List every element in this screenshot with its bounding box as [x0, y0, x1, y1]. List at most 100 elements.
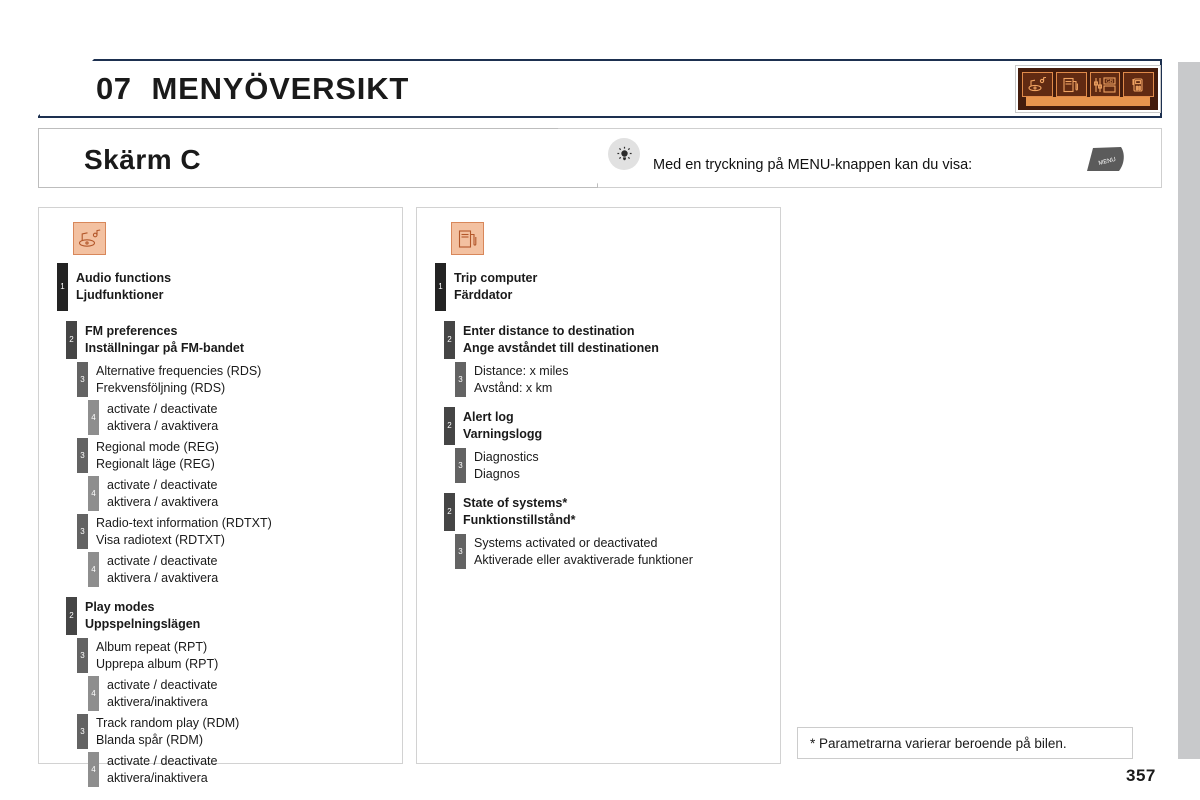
- tree-row-text: Trip computer Färddator: [446, 263, 537, 311]
- tree-row-label-sv: Regionalt läge (REG): [96, 456, 215, 471]
- tree-row-text: Enter distance to destination Ange avstån…: [455, 321, 659, 359]
- level-indicator-3: 3: [77, 514, 88, 549]
- audio-icon[interactable]: [1022, 72, 1053, 97]
- tree-row-label-en: Systems activated or deactivated: [474, 535, 658, 550]
- tree-row-label-sv: Uppspelningslägen: [85, 617, 201, 631]
- tree-row-label-en: Radio-text information (RDTXT): [96, 515, 272, 530]
- tree-row-text: Regional mode (REG) Regionalt läge (REG): [88, 438, 219, 473]
- tree-row-text: Radio-text information (RDTXT) Visa radio…: [88, 514, 272, 549]
- tree-row-label-en: Track random play (RDM): [96, 715, 240, 730]
- level-indicator-2: 2: [444, 321, 455, 359]
- tree-row-label-sv: Frekvensföljning (RDS): [96, 380, 226, 395]
- lightbulb-icon: [608, 138, 640, 170]
- tree-row-label-en: Trip computer: [454, 271, 538, 285]
- chapter-header-content: 07 MENYÖVERSIKT: [38, 59, 1162, 118]
- tree-row-text: activate / deactivate aktivera / avaktive…: [99, 476, 218, 511]
- audio-functions-icon: [73, 222, 106, 255]
- tree-row-text: Album repeat (RPT) Upprepa album (RPT): [88, 638, 218, 673]
- fuel-pump-icon: [451, 222, 484, 255]
- tree-row-text: activate / deactivate aktivera/inaktivera: [99, 752, 217, 787]
- level-indicator-3: 3: [77, 638, 88, 673]
- level-indicator-1: 1: [57, 263, 68, 311]
- tree-row-text: activate / deactivate aktivera / avaktive…: [99, 400, 218, 435]
- tree-row: 3 Album repeat (RPT) Upprepa album (RPT): [77, 638, 402, 673]
- tree-row-text: activate / deactivate aktivera / avaktive…: [99, 552, 218, 587]
- tree-row-label-en: activate / deactivate: [107, 401, 218, 416]
- page-number: 357: [1126, 766, 1156, 785]
- icon-strip-accent-bar: [1026, 97, 1150, 106]
- level-indicator-4: 4: [88, 676, 99, 711]
- tree-row: 4 activate / deactivate aktivera / avaktiv…: [88, 476, 402, 511]
- tree-row-text: Play modes Uppspelningslägen: [77, 597, 200, 635]
- tree-row: 3 Track random play (RDM) Blanda spår (RDM…: [77, 714, 402, 749]
- tree-row-label-en: Audio functions: [76, 271, 172, 285]
- settings-icon[interactable]: GB: [1089, 72, 1121, 97]
- tree-row-text: Audio functions Ljudfunktioner: [68, 263, 171, 311]
- tree-row-label-sv: Upprepa album (RPT): [96, 656, 219, 671]
- tree-row: 3 Distance: x miles Avstånd: x km: [455, 362, 780, 397]
- tree-row: 3 Regional mode (REG) Regionalt läge (REG): [77, 438, 402, 473]
- audio-panel: 1 Audio functions Ljudfunktioner 2 FM prefer…: [38, 207, 403, 787]
- tree-row: 2 Play modes Uppspelningslägen: [66, 597, 402, 635]
- subtitle-text: Med en tryckning på MENU-knappen kan du …: [653, 157, 973, 173]
- level-indicator-3: 3: [455, 448, 466, 483]
- footnote-box: * Parametrarna varierar beroende på bile…: [797, 727, 1133, 759]
- menu-key-icon[interactable]: MENU: [1081, 143, 1129, 175]
- svg-text:GB: GB: [1106, 79, 1114, 85]
- tree-row: 3 Systems activated or deactivated Aktiver…: [455, 534, 780, 569]
- tree-row-label-en: activate / deactivate: [107, 677, 218, 692]
- tree-row-label-sv: Inställningar på FM-bandet: [85, 341, 245, 355]
- tree-row: 4 activate / deactivate aktivera/inaktiver…: [88, 752, 402, 787]
- trip-computer-panel-rows: 1 Trip computer Färddator 2 Enter distance t…: [417, 263, 780, 569]
- audio-panel-rows: 1 Audio functions Ljudfunktioner 2 FM prefer…: [39, 263, 402, 787]
- level-indicator-4: 4: [88, 552, 99, 587]
- tree-row: 2 FM preferences Inställningar på FM-bande…: [66, 321, 402, 359]
- tree-row-label-en: Enter distance to destination: [463, 324, 635, 338]
- trip-computer-icon[interactable]: [1055, 72, 1087, 97]
- footnote-text: * Parametrarna varierar beroende på bile…: [810, 735, 1067, 751]
- tree-row: 4 activate / deactivate aktivera / avaktiv…: [88, 552, 402, 587]
- tree-row-label-sv: Ljudfunktioner: [76, 288, 164, 302]
- tree-row-label-en: Play modes: [85, 600, 155, 614]
- level-indicator-3: 3: [77, 362, 88, 397]
- tree-row-label-sv: aktivera / avaktivera: [107, 570, 219, 585]
- tree-row-label-en: Distance: x miles: [474, 363, 569, 378]
- tree-row: 2 State of systems* Funktionstillstånd*: [444, 493, 780, 531]
- level-indicator-2: 2: [444, 407, 455, 445]
- level-indicator-3: 3: [77, 438, 88, 473]
- tree-row-label-sv: Funktionstillstånd*: [463, 513, 576, 527]
- tree-row: 1 Audio functions Ljudfunktioner: [57, 263, 402, 311]
- level-indicator-2: 2: [444, 493, 455, 531]
- tree-row: 3 Diagnostics Diagnos: [455, 448, 780, 483]
- tree-row: 4 activate / deactivate aktivera/inaktiver…: [88, 676, 402, 711]
- tree-row-label-sv: Färddator: [454, 288, 513, 302]
- tree-row-label-en: Regional mode (REG): [96, 439, 219, 454]
- tree-row-label-sv: Blanda spår (RDM): [96, 732, 203, 747]
- level-indicator-4: 4: [88, 400, 99, 435]
- tree-row-text: Track random play (RDM) Blanda spår (RDM): [88, 714, 239, 749]
- tree-row: 2 Enter distance to destination Ange avstå…: [444, 321, 780, 359]
- tree-row-label-sv: Diagnos: [474, 466, 520, 481]
- tree-row: 4 activate / deactivate aktivera / avaktiv…: [88, 400, 402, 435]
- tree-row-label-sv: Ange avståndet till destinationen: [463, 341, 659, 355]
- tree-row: 3 Alternative frequencies (RDS) Frekvensfö…: [77, 362, 402, 397]
- tree-row: 2 Alert log Varningslogg: [444, 407, 780, 445]
- tree-row-label-sv: Visa radiotext (RDTXT): [96, 532, 225, 547]
- level-indicator-4: 4: [88, 752, 99, 787]
- tree-row-label-en: Alternative frequencies (RDS): [96, 363, 262, 378]
- tree-row-text: Diagnostics Diagnos: [466, 448, 539, 483]
- tree-row-label-sv: Aktiverade eller avaktiverade funktioner: [474, 552, 693, 567]
- level-indicator-2: 2: [66, 321, 77, 359]
- tree-row-text: activate / deactivate aktivera/inaktivera: [99, 676, 217, 711]
- telephone-icon[interactable]: [1123, 72, 1154, 97]
- tree-row-label-en: activate / deactivate: [107, 553, 218, 568]
- tree-row-label-en: activate / deactivate: [107, 753, 218, 768]
- level-indicator-4: 4: [88, 476, 99, 511]
- chapter-number: 07: [96, 70, 132, 106]
- header-icon-strip: GB: [1016, 66, 1160, 112]
- page-edge-band: [1178, 62, 1200, 759]
- tree-row-text: Distance: x miles Avstånd: x km: [466, 362, 568, 397]
- tree-row-label-sv: aktivera / avaktivera: [107, 494, 219, 509]
- tree-row-text: FM preferences Inställningar på FM-bandet: [77, 321, 244, 359]
- level-indicator-3: 3: [455, 534, 466, 569]
